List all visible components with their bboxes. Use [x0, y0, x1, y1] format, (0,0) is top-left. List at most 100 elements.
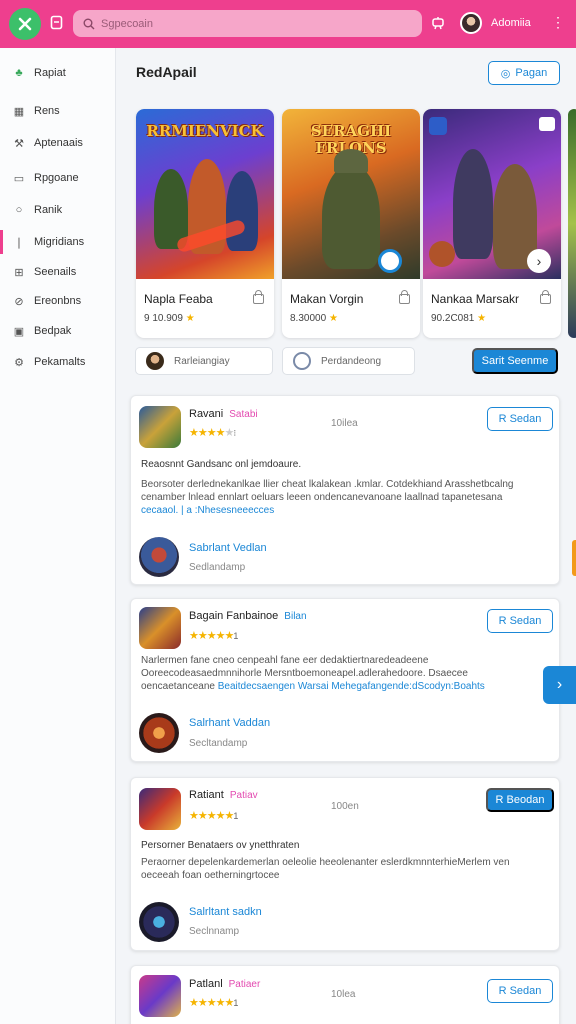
review-stars: ★★★★★1 [189, 997, 239, 1009]
author-avatar[interactable] [139, 537, 179, 577]
review-author-sub: Seclnnamp [189, 926, 240, 937]
sidebar-item-label: Rpgoane [34, 172, 79, 184]
review-stars: ★★★★★⁝ [189, 427, 237, 439]
review-headline: Reaosnnt Gandsanc onl jemdoaure. [141, 459, 302, 470]
game-rating: 90.2C081 ★ [431, 313, 487, 324]
search-input[interactable] [101, 17, 401, 30]
lock-icon[interactable] [253, 290, 264, 304]
sidebar-item-aptenaais[interactable]: ⚒ Aptenaais [0, 131, 116, 155]
review-link[interactable]: cecaaol. | a :Nhesesneeecces [141, 505, 274, 516]
author-avatar[interactable] [139, 713, 179, 753]
game-card-peek[interactable] [568, 109, 576, 338]
sidebar-item-ereonbns[interactable]: ⊘ Ereonbns [0, 289, 116, 313]
sidebar-item-migridians[interactable]: ❘ Migridians [0, 230, 116, 254]
review-link[interactable]: Beaitdecsaengen Warsai Mehegafangende:dS… [218, 681, 485, 692]
review-time: 10ilea [331, 418, 358, 429]
globe-icon: ⊘ [14, 295, 24, 308]
top-bar: Adomiia ⋮ [0, 0, 576, 48]
review-author[interactable]: Salrhant Vaddan [189, 717, 270, 729]
game-name: Nankaa Marsakr [431, 292, 520, 306]
app-icon[interactable] [139, 975, 181, 1017]
next-page-button[interactable]: › [543, 666, 576, 704]
app-icon[interactable] [139, 788, 181, 830]
sidebar-item-label: Pekamalts [34, 356, 86, 368]
game-card[interactable]: SERAGHI FRLONS Makan Vorgin 8.30000 ★ [282, 109, 420, 338]
sidebar: ♣ Rapiat ▦ Rens ⚒ Aptenaais ▭ Rpgoane ○ Ranik… [0, 48, 116, 1024]
edge-tab[interactable] [572, 540, 576, 576]
kebab-menu-icon[interactable]: ⋮ [551, 14, 565, 31]
review-author[interactable]: Sabrlant Vedlan [189, 542, 267, 554]
settings-icon: ⚙ [14, 356, 24, 369]
game-card[interactable]: RRMIENVICK Napla Feaba 9 10.909 ★ [136, 109, 274, 338]
controller-icon[interactable] [431, 16, 445, 34]
review-author[interactable]: Salrltant sadkn [189, 906, 262, 918]
review-card: Bagain Fanbainoe Bilan ★★★★★1 R Sedan Nar… [130, 598, 560, 762]
game-cover-image: SERAGHI FRLONS [282, 109, 420, 279]
review-action-button[interactable]: R Sedan [487, 407, 553, 431]
review-action-button[interactable]: R Sedan [487, 979, 553, 1003]
search-icon [83, 18, 95, 29]
review-card: Ravani Satabi ★★★★★⁝ 10ilea R Sedan Reaos… [130, 395, 560, 585]
filter-submit-button[interactable]: Sarit Seenme [472, 348, 558, 374]
lock-icon[interactable] [399, 290, 410, 304]
filter-pill[interactable]: Rarleiangiay [135, 347, 273, 375]
game-cover-image: › [423, 109, 561, 279]
sidebar-item-label: Migridians [34, 236, 85, 248]
app-icon[interactable] [139, 406, 181, 448]
username-label[interactable]: Adomiia [491, 17, 531, 29]
star-icon: ★ [185, 313, 195, 324]
sidebar-item-label: Aptenaais [34, 137, 83, 149]
review-title: Ravani Satabi [189, 408, 258, 420]
sidebar-item-bedpak[interactable]: ▣ Bedpak [0, 319, 116, 343]
lock-icon[interactable] [540, 290, 551, 304]
review-title: Ratiant Patiav [189, 789, 258, 801]
eye-icon: ◎ [500, 67, 511, 80]
sidebar-item-label: Bedpak [34, 325, 72, 337]
filter-avatar [293, 352, 311, 370]
review-title: Bagain Fanbainoe Bilan [189, 610, 307, 622]
app-icon[interactable] [139, 607, 181, 649]
sidebar-item-label: Seenails [34, 266, 77, 278]
sidebar-item-label: Rapiat [34, 67, 66, 79]
chevron-right-icon: › [556, 676, 563, 693]
circle-icon: ○ [15, 204, 23, 216]
user-avatar[interactable] [460, 12, 482, 34]
sidebar-item-ranik[interactable]: ○ Ranik [0, 198, 116, 222]
grid-icon: ⊞ [14, 266, 24, 279]
game-name: Napla Feaba [144, 292, 213, 306]
review-stars: ★★★★★1 [189, 810, 239, 822]
review-body: Beorsoter derlednekanlkae llier cheat lk… [141, 479, 514, 516]
sidebar-item-label: Ereonbns [34, 295, 82, 307]
filter-pill[interactable]: Perdandeong [282, 347, 415, 375]
review-card: Ratiant Patiav ★★★★★1 100en R Beodan Pers… [130, 777, 560, 951]
wrench-icon: ⚒ [14, 137, 24, 150]
review-title: Patlanl Patiaer [189, 978, 261, 990]
sidebar-item-rapiat[interactable]: ♣ Rapiat [0, 61, 116, 85]
game-name: Makan Vorgin [290, 292, 364, 306]
sidebar-item-pekamalts[interactable]: ⚙ Pekamalts [0, 350, 116, 374]
review-headline: Persorner Benataers ov ynetthraten [141, 840, 300, 851]
note-icon: ▣ [13, 325, 25, 338]
review-time: 100en [331, 801, 359, 812]
game-card[interactable]: › Nankaa Marsakr 90.2C081 ★ [423, 109, 561, 338]
review-card: Patlanl Patiaer ★★★★★1 10lea R Sedan [130, 965, 560, 1024]
marker-icon: ❘ [14, 236, 24, 249]
app-logo-icon[interactable] [9, 8, 41, 40]
review-body: Peraorner depelenkardemerlan oeleolie he… [141, 857, 510, 881]
review-author-sub: Secltandamp [189, 738, 248, 749]
review-action-button[interactable]: R Beodan [486, 788, 554, 812]
sidebar-item-rpgoane[interactable]: ▭ Rpgoane [0, 166, 116, 190]
next-arrow-icon[interactable]: › [527, 249, 551, 273]
review-time: 10lea [331, 989, 356, 1000]
page-title: RedApail [136, 64, 197, 80]
author-avatar[interactable] [139, 902, 179, 942]
game-cover-image: RRMIENVICK [136, 109, 274, 279]
header-action-button[interactable]: ◎ Pagan [488, 61, 560, 85]
review-action-button[interactable]: R Sedan [487, 609, 553, 633]
bookmark-icon[interactable] [50, 15, 63, 34]
sidebar-item-seenails[interactable]: ⊞ Seenails [0, 260, 116, 284]
search-bar[interactable] [73, 10, 422, 37]
sidebar-item-rens[interactable]: ▦ Rens [0, 99, 116, 123]
game-rating: 9 10.909 ★ [144, 313, 195, 324]
calendar-icon: ▦ [13, 105, 25, 118]
